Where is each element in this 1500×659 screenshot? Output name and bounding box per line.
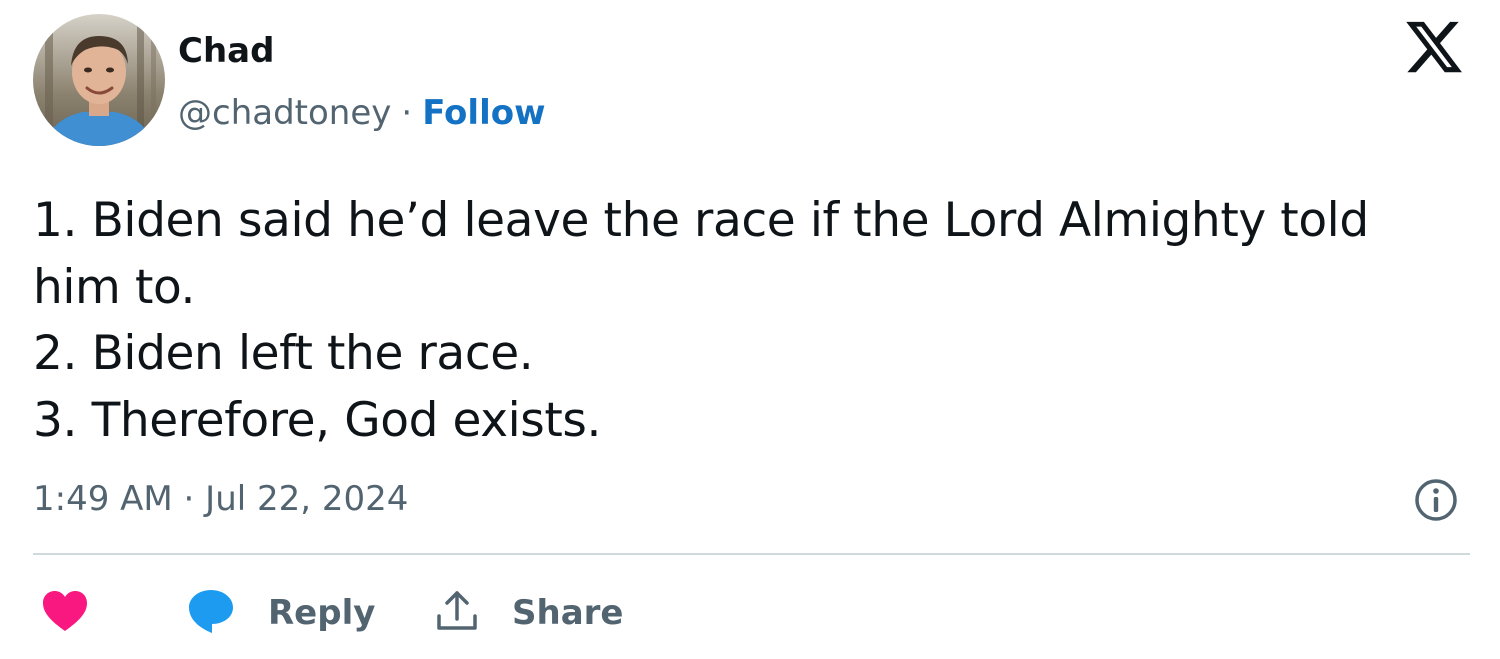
author-handle-row: @chadtoney · Follow [178, 92, 546, 134]
reply-button[interactable]: Reply [186, 585, 375, 641]
reply-label: Reply [268, 593, 376, 633]
avatar[interactable] [33, 14, 165, 146]
share-button[interactable]: Share [434, 585, 623, 641]
tweet-timestamp[interactable]: 1:49 AM · Jul 22, 2024 [33, 478, 408, 520]
tweet-text-line: 2. Biden left the race. [33, 326, 534, 381]
speech-bubble-icon [186, 587, 236, 640]
follow-link[interactable]: Follow [422, 93, 545, 133]
handle-separator: · [401, 93, 413, 133]
like-button[interactable] [41, 585, 89, 641]
tweet-text-line: him to. [33, 259, 196, 315]
divider [33, 553, 1470, 555]
author-handle[interactable]: @chadtoney [178, 93, 391, 133]
embedded-tweet-card: Chad @chadtoney · Follow 1. Biden said he’… [0, 0, 1500, 659]
author-display-name[interactable]: Chad [178, 31, 274, 71]
tweet-text-line: 1. Biden said he’d leave the race if the… [33, 193, 1369, 248]
heart-icon [41, 589, 89, 638]
share-upload-icon [434, 588, 480, 639]
x-logo-icon[interactable] [1403, 16, 1465, 78]
info-icon[interactable] [1412, 476, 1460, 524]
tweet-text: 1. Biden said he’d leave the race if the… [33, 188, 1473, 454]
tweet-text-line: 3. Therefore, God exists. [33, 392, 602, 448]
profile-photo-icon [33, 14, 165, 146]
share-label: Share [512, 593, 624, 633]
